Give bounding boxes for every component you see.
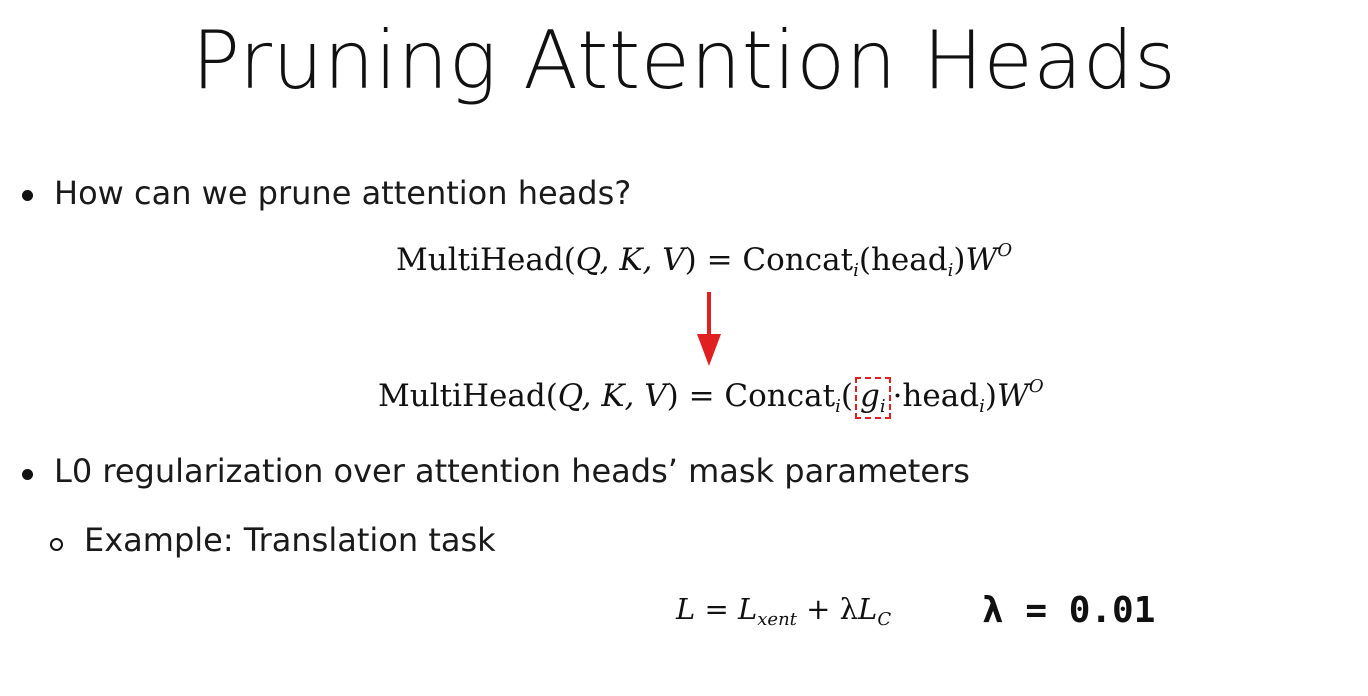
eq2-open: ( [840,378,853,414]
eq2-mid: ) = Concat [666,378,836,414]
slide-title: Pruning Attention Heads [191,14,1177,107]
equation-gated: MultiHead(Q, K, V) = Concati(gi ·headi)WO [378,376,1044,419]
eq1-close: ) [953,242,966,278]
eq2-args: Q, K, V [557,378,667,414]
eq1-head: (head [858,242,948,278]
loss-c: C [877,609,892,630]
gate-variable-box: gi [854,377,891,419]
bullet-question: How can we prune attention heads? [54,174,632,212]
loss-xent: xent [757,609,797,630]
eq1-mid: ) = Concat [684,242,854,278]
loss-eq: = [695,592,739,626]
eq1-w: W [965,242,998,278]
lambda-value: λ = 0.01 [982,590,1156,631]
loss-l: L [676,592,696,626]
gate-g: g [859,378,880,414]
eq2-w: W [996,378,1029,414]
bullet-l0-regularization: L0 regularization over attention heads’ … [54,452,970,490]
loss-lx: L [738,592,758,626]
loss-lc: L [858,592,878,626]
eq1-lhs: MultiHead( [396,242,576,278]
gate-g-sub: i [879,396,886,417]
eq2-head: ·head [892,378,980,414]
eq2-sup: O [1028,376,1044,397]
eq2-close: ) [984,378,997,414]
loss-plus: + λ [796,592,859,626]
down-arrow-icon [697,292,721,366]
eq2-lhs: MultiHead( [378,378,558,414]
eq1-args: Q, K, V [575,242,685,278]
equation-original: MultiHead(Q, K, V) = Concati(headi)WO [396,240,1012,281]
bullet-dot [22,190,33,201]
loss-equation: L = Lxent + λLC [676,592,891,630]
sub-bullet-example: Example: Translation task [84,521,496,559]
eq1-sup: O [997,240,1013,261]
sub-bullet-circle [50,538,63,551]
bullet-dot [22,469,33,480]
